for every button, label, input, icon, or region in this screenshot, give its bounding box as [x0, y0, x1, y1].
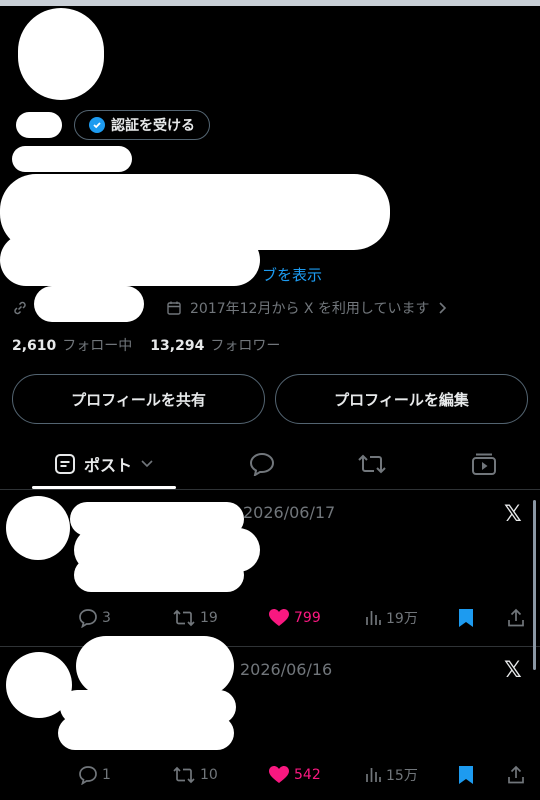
bookmark-icon [458, 608, 474, 628]
followers-label: フォロワー [210, 338, 281, 354]
share-button[interactable] [507, 765, 525, 785]
tab-posts[interactable]: ポスト [32, 440, 176, 488]
followers-count: 13,294 [150, 338, 205, 354]
tab-media[interactable] [458, 440, 510, 488]
repost-button[interactable]: 19 [172, 608, 218, 628]
post-date: 2026/06/17 [243, 503, 336, 522]
views-button[interactable]: 15万 [364, 765, 418, 785]
reply-icon [78, 608, 98, 628]
edit-profile-button[interactable]: プロフィールを編集 [275, 374, 528, 424]
redaction-handle [12, 146, 132, 172]
share-icon [507, 765, 525, 785]
repost-icon [172, 765, 196, 785]
reply-count: 1 [102, 767, 111, 783]
following-label: フォロー中 [62, 338, 133, 354]
post-actions: 1 10 542 15万 [0, 765, 540, 789]
scrollbar[interactable] [533, 500, 536, 670]
header-image-strip [0, 0, 540, 6]
tabs-divider [0, 489, 540, 490]
profile-meta-row: 2017年12月から X を利用しています [12, 298, 448, 318]
share-profile-button[interactable]: プロフィールを共有 [12, 374, 265, 424]
repost-count: 10 [200, 767, 218, 783]
redaction-bio-2 [0, 234, 260, 286]
repost-count: 19 [200, 610, 218, 626]
bookmark-button[interactable] [458, 765, 474, 785]
redaction-post-text-2 [74, 558, 244, 592]
verify-button[interactable]: 認証を受ける [74, 110, 210, 140]
repost-icon [172, 608, 196, 628]
reply-icon [249, 452, 275, 476]
following-stat[interactable]: 2,610 フォロー中 [12, 335, 132, 355]
views-count: 19万 [386, 611, 418, 627]
like-icon [268, 608, 290, 628]
tab-posts-label: ポスト [83, 456, 132, 475]
verify-label: 認証を受ける [111, 118, 195, 134]
chevron-right-icon[interactable] [438, 301, 448, 315]
reply-button[interactable]: 3 [78, 608, 111, 628]
tab-replies[interactable] [236, 440, 288, 488]
views-icon [364, 766, 382, 784]
x-logo-icon: 𝕏 [504, 658, 522, 683]
posts-icon [54, 453, 76, 475]
reply-button[interactable]: 1 [78, 765, 111, 785]
views-button[interactable]: 19万 [364, 608, 418, 628]
redaction-avatar [18, 8, 104, 100]
bookmark-button[interactable] [458, 608, 474, 628]
reply-count: 3 [102, 610, 111, 626]
redaction-post-name [76, 636, 234, 696]
chevron-down-icon [140, 459, 154, 469]
redaction-post-text-2 [58, 716, 234, 750]
views-count: 15万 [386, 768, 418, 784]
share-button[interactable] [507, 608, 525, 628]
like-count: 542 [294, 767, 321, 783]
post-divider [0, 646, 540, 647]
like-button[interactable]: 542 [268, 765, 321, 785]
bookmark-icon [458, 765, 474, 785]
media-icon [471, 452, 497, 476]
x-logo-icon: 𝕏 [504, 502, 522, 527]
reply-icon [78, 765, 98, 785]
like-icon [268, 765, 290, 785]
like-count: 799 [294, 610, 321, 626]
calendar-icon [166, 300, 182, 316]
follow-stats: 2,610 フォロー中 13,294 フォロワー [12, 335, 280, 355]
joined-date: 2017年12月から X を利用しています [190, 301, 430, 317]
link-icon [12, 300, 28, 316]
repost-icon [357, 452, 387, 476]
redaction-post-avatar [6, 496, 70, 560]
following-count: 2,610 [12, 338, 57, 354]
like-button[interactable]: 799 [268, 608, 321, 628]
views-icon [364, 609, 382, 627]
post-actions: 3 19 799 19万 [0, 608, 540, 632]
repost-button[interactable]: 10 [172, 765, 218, 785]
redaction-name [16, 112, 62, 138]
profile-tabs: ポスト [0, 440, 540, 490]
tab-reposts[interactable] [346, 440, 398, 488]
bio-link-fragment[interactable]: ブを表示 [262, 264, 322, 285]
verified-badge-icon [89, 117, 105, 133]
share-icon [507, 608, 525, 628]
followers-stat[interactable]: 13,294 フォロワー [150, 335, 280, 355]
post-date: 2026/06/16 [240, 660, 333, 679]
